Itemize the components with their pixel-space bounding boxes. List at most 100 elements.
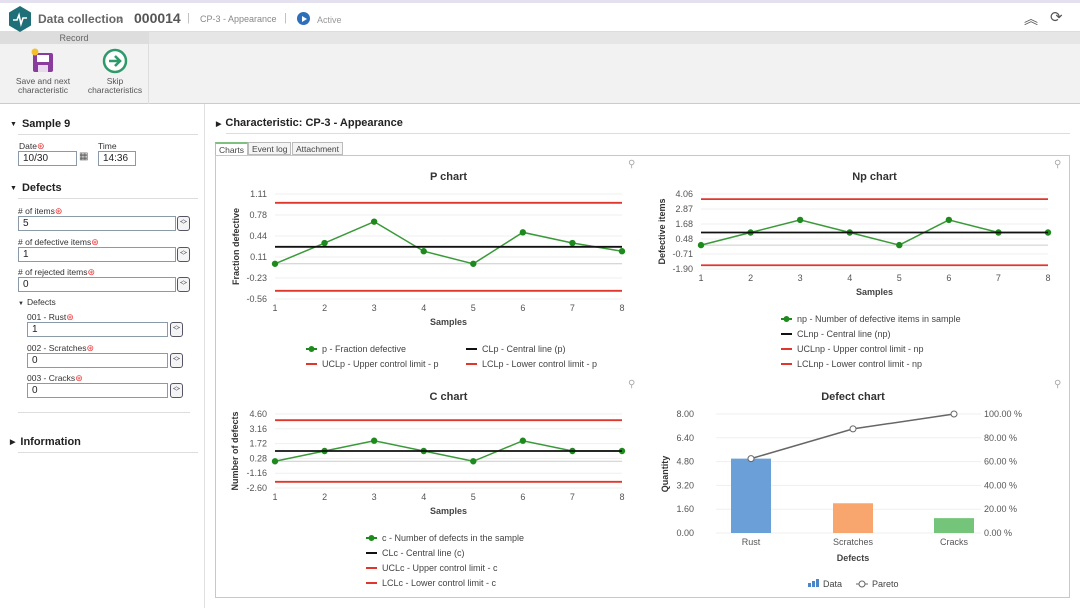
sample-section-toggle[interactable]: ▼ Sample 9 xyxy=(10,118,70,130)
triangle-down-icon: ▼ xyxy=(10,185,17,192)
divider: | xyxy=(187,12,190,24)
triangle-right-icon: ▶ xyxy=(10,439,16,446)
defects-section-toggle[interactable]: ▼ Defects xyxy=(10,182,62,194)
defect-chart-panel: Defect chart 8.00 100.00 % 6.40 80.00 % 4.80 6… xyxy=(646,378,1070,598)
y-axis-label: Defective items xyxy=(657,198,667,264)
x-axis-label: Samples xyxy=(856,287,893,297)
defect-scratches-stepper[interactable]: ︿ ﹀ xyxy=(170,353,183,368)
triangle-right-icon: ▶ xyxy=(216,121,222,128)
data-point xyxy=(271,458,279,465)
x-tick-label: 5 xyxy=(471,492,476,502)
save-and-next-button[interactable]: Save and next characteristic xyxy=(8,46,78,95)
y-axis-label: Number of defects xyxy=(230,411,240,490)
x-tick-label: 6 xyxy=(946,273,951,283)
save-and-next-label: Save and next characteristic xyxy=(15,76,71,95)
y2-tick-label: 0.00 % xyxy=(984,528,1012,538)
defects-subsection-toggle[interactable]: ▼ Defects xyxy=(18,297,56,307)
rejected-items-field[interactable]: 0 xyxy=(18,277,176,292)
zoom-icon[interactable]: ⚲ xyxy=(628,379,635,390)
x-tick-label: 6 xyxy=(520,492,525,502)
rejected-items-stepper[interactable]: ︿ ﹀ xyxy=(177,277,190,292)
collapse-up-icon[interactable]: ︽ xyxy=(1024,9,1038,29)
bar-scratches xyxy=(833,503,873,533)
x-tick-label: 7 xyxy=(570,492,575,502)
data-point xyxy=(796,216,804,224)
legend-entry: Data xyxy=(823,579,842,589)
tab-attachment[interactable]: Attachment xyxy=(292,142,343,155)
time-field[interactable]: 14:36 xyxy=(98,151,136,166)
tab-event-log[interactable]: Event log xyxy=(248,142,292,155)
defect-rust-stepper[interactable]: ︿ ﹀ xyxy=(170,322,183,337)
c-chart: C chart 4.60 3.16 1.72 0.28 -1.16 -2.60 1 2 3 4 5 6 7… xyxy=(230,391,626,588)
y-tick-label: 1.60 xyxy=(676,504,694,514)
items-stepper[interactable]: ︿ ﹀ xyxy=(177,216,190,231)
breadcrumb-app[interactable]: Data collection xyxy=(38,12,123,26)
defect-cracks-field[interactable]: 0 xyxy=(27,383,168,398)
x-tick-label: 1 xyxy=(698,273,703,283)
required-icon: ⊛ xyxy=(36,141,45,151)
pareto-point xyxy=(747,455,755,463)
y-tick-label: 3.16 xyxy=(249,424,267,434)
refresh-icon[interactable]: ⟳ xyxy=(1050,8,1063,26)
data-point xyxy=(370,218,378,225)
defect-rust-field[interactable]: 1 xyxy=(27,322,168,337)
data-point xyxy=(370,437,378,444)
y-tick-label: 6.40 xyxy=(676,433,694,443)
toolbar-header-band xyxy=(149,32,1080,44)
legend-marker xyxy=(783,316,790,322)
date-field[interactable]: 10/30 xyxy=(18,151,77,166)
characteristic-section-toggle[interactable]: ▶ Characteristic: CP-3 - Appearance xyxy=(216,117,403,129)
items-field[interactable]: 5 xyxy=(18,216,176,231)
legend-entry: UCLp - Upper control limit - p xyxy=(322,359,439,369)
legend-entry: CLc - Central line (c) xyxy=(382,548,465,558)
toolbar-group-label: Record xyxy=(0,32,148,44)
y-tick-label: 0.00 xyxy=(676,528,694,538)
defects-title: Defects xyxy=(21,182,62,194)
legend-entry: UCLc - Upper control limit - c xyxy=(382,563,498,573)
time-label: Time xyxy=(98,141,117,151)
p-chart: P chart 1.11 0.78 0.44 0.11 -0.23 -0.56 1 2 3 4 5 6 7… xyxy=(231,171,626,369)
c-chart-panel: C chart 4.60 3.16 1.72 0.28 -1.16 -2.60 1 2 3 4 5 6 7… xyxy=(216,378,646,598)
data-point xyxy=(896,241,903,249)
record-id: 000014 xyxy=(134,10,181,26)
x-axis-label: Samples xyxy=(430,506,467,516)
x-tick-label: 4 xyxy=(847,273,852,283)
y2-tick-label: 80.00 % xyxy=(984,433,1017,443)
x-tick-label: 4 xyxy=(421,303,426,313)
legend-entry: p - Fraction defective xyxy=(322,344,406,354)
divider xyxy=(148,32,149,104)
zoom-icon[interactable]: ⚲ xyxy=(1054,379,1061,390)
y-tick-label: 8.00 xyxy=(676,409,694,419)
pareto-line xyxy=(750,413,955,460)
calendar-icon[interactable]: ▦ xyxy=(79,151,88,162)
x-axis-label: Samples xyxy=(430,317,467,327)
x-tick-label: 8 xyxy=(619,303,624,313)
skip-characteristics-button[interactable]: Skip characteristics xyxy=(82,46,148,95)
arrow-right-circle-icon xyxy=(102,48,128,74)
chart-title: Defect chart xyxy=(821,391,885,403)
zoom-icon[interactable]: ⚲ xyxy=(1054,159,1061,170)
y-tick-label: 4.60 xyxy=(249,409,267,419)
divider xyxy=(18,134,198,135)
information-title: Information xyxy=(20,436,81,448)
legend-entry: Pareto xyxy=(872,579,899,589)
information-section-toggle[interactable]: ▶ Information xyxy=(10,436,81,448)
divider xyxy=(226,133,1070,134)
x-tick-label: 2 xyxy=(322,492,327,502)
divider xyxy=(18,452,198,453)
tab-charts[interactable]: Charts xyxy=(215,142,249,156)
y-axis-label: Quantity xyxy=(660,456,670,493)
charts-container: P chart 1.11 0.78 0.44 0.11 -0.23 -0.56 1 2 3 4 5 6 7… xyxy=(215,155,1070,598)
defect-cracks-stepper[interactable]: ︿ ﹀ xyxy=(170,383,183,398)
defect-scratches-field[interactable]: 0 xyxy=(27,353,168,368)
defective-items-stepper[interactable]: ︿ ﹀ xyxy=(177,247,190,262)
legend-entry: LCLc - Lower control limit - c xyxy=(382,578,497,588)
pareto-point xyxy=(950,410,958,418)
zoom-icon[interactable]: ⚲ xyxy=(628,159,635,170)
x-tick-label: 7 xyxy=(570,303,575,313)
defective-items-field[interactable]: 1 xyxy=(18,247,176,262)
data-point xyxy=(697,241,705,249)
status-text: Active xyxy=(317,15,342,25)
y-tick-label: 0.48 xyxy=(675,234,693,244)
x-tick-label: Scratches xyxy=(833,537,874,547)
